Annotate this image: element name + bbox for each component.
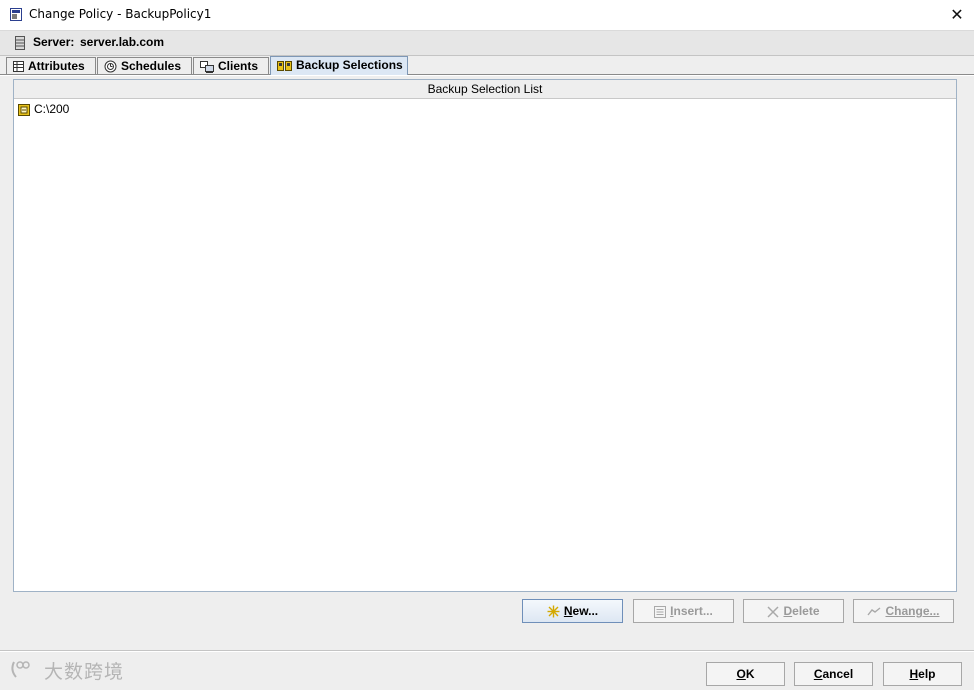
server-icon [15,36,25,50]
new-star-icon [547,605,560,618]
cancel-button[interactable]: Cancel [794,662,873,686]
tab-schedules-label: Schedules [121,59,182,73]
watermark-text: 大数跨境 [44,661,125,683]
footer-divider-highlight [0,651,974,652]
app-icon [10,8,22,21]
change-icon [867,607,881,616]
clock-icon [104,60,117,73]
new-button-mnemonic: N [563,604,573,618]
tab-clients[interactable]: Clients [193,57,269,74]
server-label: Server: [33,35,75,49]
delete-button[interactable]: Delete [743,599,844,623]
delete-x-icon [767,606,780,618]
ok-button-label: K [745,667,755,681]
list-item-label: C:\200 [34,102,70,116]
watermark-logo [11,661,30,678]
list-column-header[interactable]: Backup Selection List [14,80,956,99]
close-button[interactable]: ✕ [944,3,970,27]
help-button-mnemonic: H [909,667,919,681]
cancel-button-label: ancel [822,667,854,681]
server-name: server.lab.com [80,35,165,49]
help-button[interactable]: Help [883,662,962,686]
window-title: Change Policy - BackupPolicy1 [29,7,212,21]
change-button-label: Change... [885,604,940,618]
insert-icon [654,605,667,618]
tab-backup-selections[interactable]: Backup Selections [270,56,408,75]
tab-attributes-label: Attributes [28,59,85,73]
new-button[interactable]: New... [522,599,623,623]
tab-strip-highlight [0,75,974,76]
delete-button-mnemonic: D [783,604,793,618]
new-button-label: ew... [572,604,599,618]
tab-schedules[interactable]: Schedules [97,57,192,74]
help-button-label: elp [918,667,936,681]
tab-backup-selections-label: Backup Selections [296,58,403,72]
computer-icon [200,60,214,73]
list-item[interactable]: C:\200 [18,101,69,117]
change-button[interactable]: Change... [853,599,954,623]
backup-selection-list[interactable] [13,79,957,592]
backup-selection-icon [277,61,292,72]
tab-attributes[interactable]: Attributes [6,57,96,74]
delete-button-label: elete [792,604,820,618]
insert-button-label: nsert... [673,604,713,618]
tab-clients-label: Clients [218,59,259,73]
ok-button[interactable]: OK [706,662,785,686]
ok-button-mnemonic: O [736,667,746,681]
folder-path-icon [18,103,30,116]
insert-button[interactable]: Insert... [633,599,734,623]
table-icon [13,61,24,73]
